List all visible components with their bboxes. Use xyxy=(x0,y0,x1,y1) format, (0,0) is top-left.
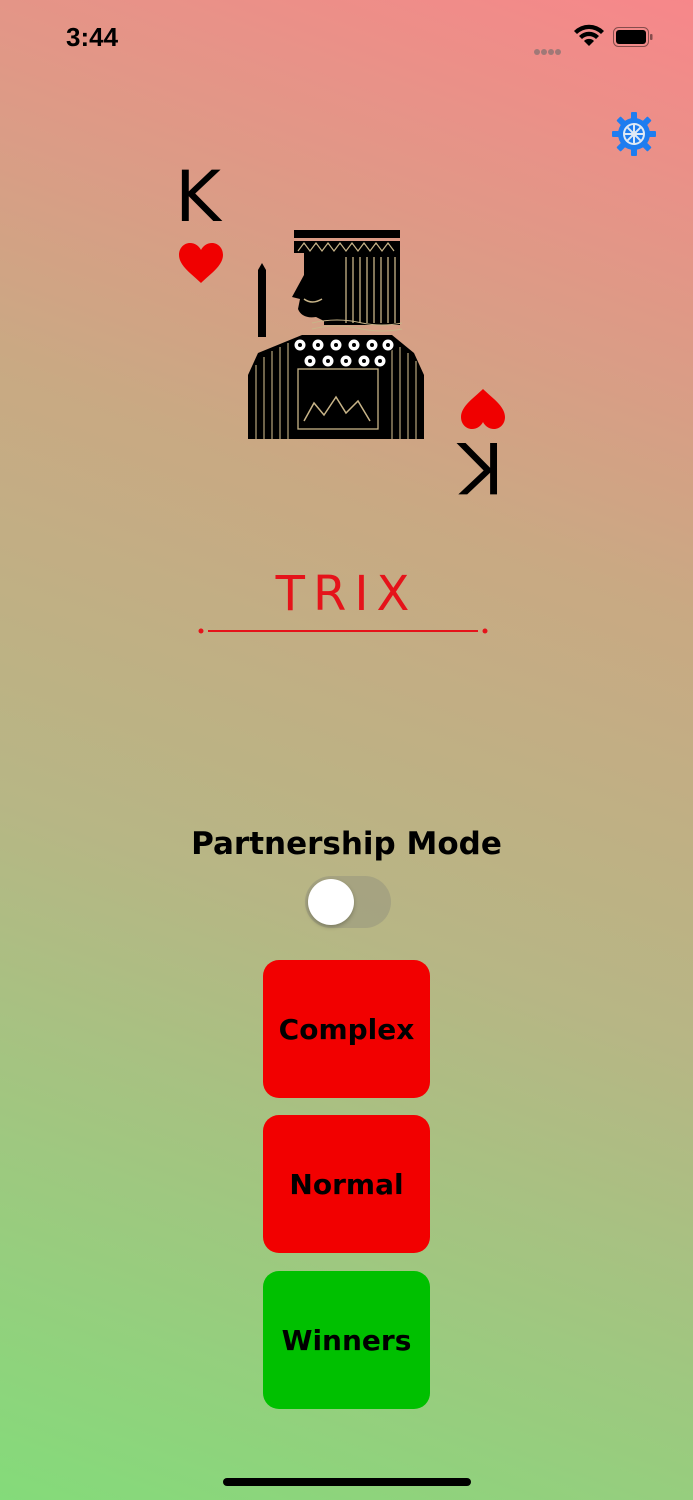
card-rank-bottom: K xyxy=(458,426,504,508)
status-bar: 3:44 xyxy=(0,0,693,80)
card-rank-top: K xyxy=(175,156,221,238)
gear-icon xyxy=(612,112,656,156)
partnership-mode-label: Partnership Mode xyxy=(191,826,502,862)
heart-icon xyxy=(461,389,505,429)
app-title: TRIX xyxy=(275,566,418,622)
toggle-knob xyxy=(308,879,354,925)
winners-button[interactable]: Winners xyxy=(263,1271,430,1409)
settings-button[interactable] xyxy=(610,110,658,158)
home-indicator[interactable] xyxy=(223,1478,471,1486)
cellular-signal-icon xyxy=(534,40,562,59)
title-underline xyxy=(198,628,488,634)
heart-icon xyxy=(179,243,223,283)
king-figure-icon xyxy=(248,230,424,439)
complex-button[interactable]: Complex xyxy=(263,960,430,1098)
wifi-icon xyxy=(574,24,604,46)
battery-icon xyxy=(613,27,653,47)
partnership-mode-toggle[interactable] xyxy=(305,876,391,928)
normal-button[interactable]: Normal xyxy=(263,1115,430,1253)
status-time: 3:44 xyxy=(66,22,119,52)
king-of-hearts-card: K K xyxy=(170,160,520,510)
